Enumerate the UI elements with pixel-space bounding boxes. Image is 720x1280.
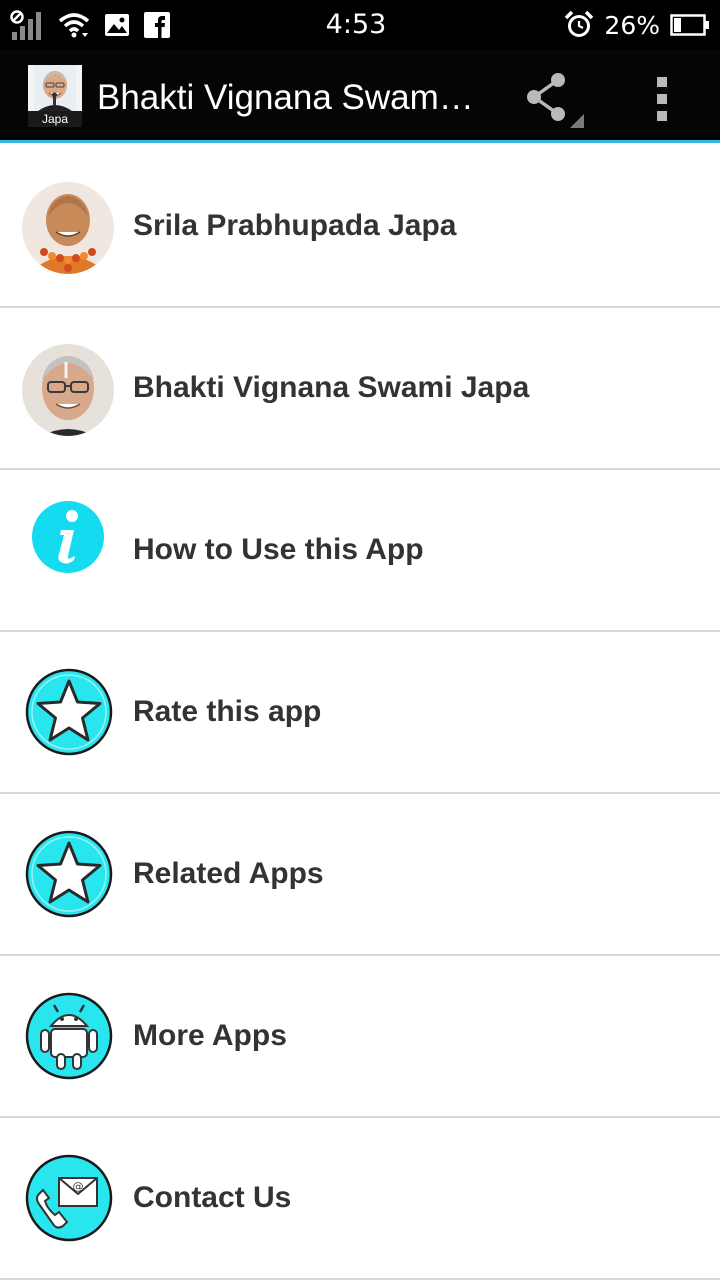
star-icon (25, 830, 113, 918)
app-icon[interactable]: Japa (28, 65, 82, 127)
status-bar: 4:53 26% (0, 0, 720, 50)
menu-item-label: Rate this app (133, 695, 322, 728)
menu-item-rate-this-app[interactable]: Rate this app (0, 632, 720, 794)
menu-item-bhakti-vignana-swami-japa[interactable]: Bhakti Vignana Swami Japa (0, 308, 720, 470)
menu-item-label: Contact Us (133, 1181, 292, 1214)
alarm-icon (564, 10, 594, 40)
menu-item-label: How to Use this App (133, 533, 424, 566)
share-button[interactable] (522, 72, 588, 132)
menu-item-more-apps[interactable]: More Apps (0, 956, 720, 1118)
star-icon (25, 668, 113, 756)
menu-item-label: More Apps (133, 1019, 287, 1052)
menu-item-label: Srila Prabhupada Japa (133, 209, 457, 242)
menu-item-how-to-use[interactable]: How to Use this App (0, 470, 720, 632)
android-icon (25, 992, 113, 1080)
contact-icon: @ (25, 1154, 113, 1242)
app-title: Bhakti Vignana Swam… (97, 78, 474, 117)
battery-percent-text: 26% (604, 10, 660, 40)
action-bar: Japa Bhakti Vignana Swam… (0, 50, 720, 143)
menu-list: Srila Prabhupada Japa Bhakti Vignana Swa… (0, 146, 720, 1280)
share-icon (527, 73, 584, 128)
status-bar-system: 26% (564, 8, 710, 42)
menu-item-label: Related Apps (133, 857, 324, 890)
battery-icon (670, 13, 710, 37)
bhakti-vignana-swami-photo-icon (22, 344, 114, 436)
menu-item-srila-prabhupada-japa[interactable]: Srila Prabhupada Japa (0, 146, 720, 308)
menu-item-contact-us[interactable]: @ Contact Us (0, 1118, 720, 1280)
menu-item-label: Bhakti Vignana Swami Japa (133, 371, 530, 404)
app-icon-face-image (34, 65, 76, 111)
overflow-menu-button[interactable] (640, 72, 686, 132)
menu-item-related-apps[interactable]: Related Apps (0, 794, 720, 956)
svg-text:@: @ (73, 1180, 84, 1193)
app-icon-label: Japa (28, 111, 82, 127)
prabhupada-photo-icon (22, 182, 114, 274)
overflow-menu-icon (657, 77, 667, 121)
info-icon (31, 500, 105, 574)
